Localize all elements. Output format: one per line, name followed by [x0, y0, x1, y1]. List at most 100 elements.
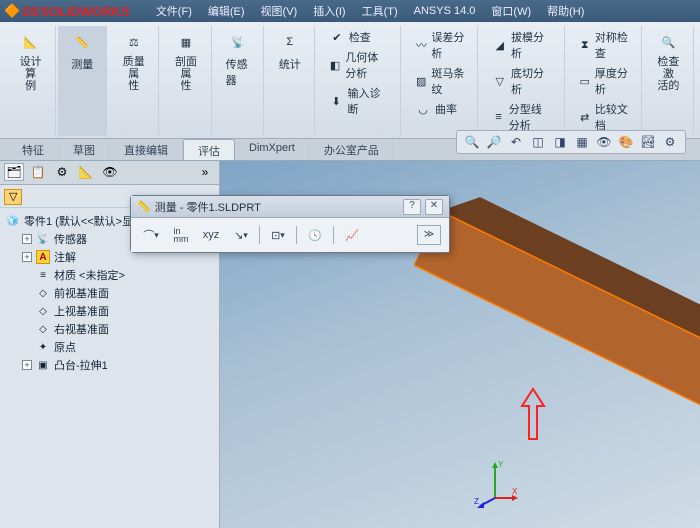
geometry-analysis-button[interactable]: ◧几何体分析	[325, 48, 392, 82]
part-icon: 🧊	[6, 214, 20, 228]
section-props-icon: ▦	[174, 30, 198, 54]
measure-button[interactable]: 📏 测量	[66, 28, 98, 74]
material-icon: ≡	[36, 268, 50, 282]
menu-help[interactable]: 帮助(H)	[539, 0, 592, 22]
mass-props-button[interactable]: ⚖ 质量属 性	[117, 28, 150, 94]
property-tab-icon[interactable]: 📋	[28, 163, 48, 181]
design-study-label: 设计算 例	[18, 56, 43, 92]
create-sensor-button[interactable]: 📈	[340, 224, 364, 246]
app-name: SOLIDWORKS	[40, 4, 130, 19]
design-study-button[interactable]: 📐 设计算 例	[14, 28, 47, 94]
menubar: 🔶 DS SOLIDWORKS 文件(F) 编辑(E) 视图(V) 插入(I) …	[0, 0, 700, 22]
tree-front-plane[interactable]: ◇ 前视基准面	[20, 284, 215, 302]
measure-dialog-title: 测量 - 零件1.SLDPRT	[155, 199, 261, 215]
xyz-button[interactable]: xyz	[199, 224, 223, 246]
display-style-icon[interactable]: ▦	[573, 133, 591, 151]
display-tab-icon[interactable]: 👁	[100, 163, 120, 181]
thickness-button[interactable]: ▭厚度分析	[575, 64, 633, 98]
expand-icon[interactable]: +	[22, 360, 32, 370]
check-active-button[interactable]: 🔍 检查激 活的	[652, 28, 685, 94]
tree-right-plane[interactable]: ◇ 右视基准面	[20, 320, 215, 338]
measure-dialog[interactable]: 📏 测量 - 零件1.SLDPRT ? ✕ ⌒▾ in mm xyz ↘▾ ⊡▾…	[130, 195, 450, 253]
zoom-area-icon[interactable]: 🔎	[485, 133, 503, 151]
tab-feature[interactable]: 特征	[8, 139, 59, 160]
units-button[interactable]: in mm	[169, 224, 193, 246]
svg-text:Z: Z	[474, 497, 479, 506]
filter-icon[interactable]: ▽	[4, 189, 22, 205]
prev-view-icon[interactable]: ↶	[507, 133, 525, 151]
view-orientation-icon[interactable]: ◨	[551, 133, 569, 151]
thickness-icon: ▭	[579, 73, 591, 89]
point-mode-button[interactable]: ⊡▾	[266, 224, 290, 246]
side-tabs: 🗂 📋 ⚙ 📐 👁 »	[0, 161, 219, 185]
projection-button[interactable]: ↘▾	[229, 224, 253, 246]
apply-scene-icon[interactable]: 🏞	[639, 133, 657, 151]
tab-sketch[interactable]: 草图	[59, 139, 110, 160]
expand-icon[interactable]: +	[22, 234, 32, 244]
separator	[296, 226, 297, 244]
app-vendor: DS	[22, 4, 38, 19]
logo-prefix: 🔶	[4, 3, 20, 19]
expand-icon[interactable]: +	[22, 252, 32, 262]
panel-chevron-icon[interactable]: »	[195, 163, 215, 181]
plane-icon: ◇	[36, 304, 50, 318]
measure-dialog-titlebar[interactable]: 📏 测量 - 零件1.SLDPRT ? ✕	[131, 196, 449, 218]
menu-view[interactable]: 视图(V)	[253, 0, 306, 22]
check-button[interactable]: ✔检查	[325, 28, 392, 46]
symmetry-button[interactable]: ⧗对称检查	[575, 28, 633, 62]
hide-show-icon[interactable]: 👁	[595, 133, 613, 151]
app-logo: 🔶 DS SOLIDWORKS	[4, 3, 130, 19]
view-toolbar: 🔍 🔎 ↶ ◫ ◨ ▦ 👁 🎨 🏞 ⚙	[456, 130, 686, 154]
dimxpert-tab-icon[interactable]: 📐	[76, 163, 96, 181]
tab-evaluate[interactable]: 评估	[183, 139, 235, 160]
section-props-label: 剖面属 性	[173, 56, 198, 92]
separator	[333, 226, 334, 244]
draft-button[interactable]: ◢拔模分析	[488, 28, 555, 62]
tree-material[interactable]: ≡ 材质 <未指定>	[20, 266, 215, 284]
tab-direct-edit[interactable]: 直接编辑	[110, 139, 183, 160]
compare-button[interactable]: ⇄比较文档	[575, 100, 633, 134]
import-diagnostics-button[interactable]: ⬇输入诊断	[325, 84, 392, 118]
tab-dimxpert[interactable]: DimXpert	[235, 139, 310, 160]
tab-office[interactable]: 办公室产品	[310, 139, 394, 160]
edit-appearance-icon[interactable]: 🎨	[617, 133, 635, 151]
collapse-button[interactable]: ≫	[417, 225, 441, 245]
section-props-button[interactable]: ▦ 剖面属 性	[169, 28, 202, 94]
undercut-button[interactable]: ▽底切分析	[488, 64, 555, 98]
tree-origin[interactable]: ✦ 原点	[20, 338, 215, 356]
menu-window[interactable]: 窗口(W)	[483, 0, 539, 22]
config-tab-icon[interactable]: ⚙	[52, 163, 72, 181]
menu-ansys[interactable]: ANSYS 14.0	[406, 2, 484, 20]
menu-file[interactable]: 文件(F)	[148, 0, 200, 22]
geometry-icon: ◧	[329, 57, 341, 73]
menu-insert[interactable]: 插入(I)	[305, 0, 353, 22]
curvature-icon: ◡	[415, 101, 431, 117]
tree-boss-extrude[interactable]: + ▣ 凸台-拉伸1	[20, 356, 215, 374]
arc-mode-button[interactable]: ⌒▾	[139, 224, 163, 246]
tree-top-plane[interactable]: ◇ 上视基准面	[20, 302, 215, 320]
curvature-button[interactable]: ◡曲率	[411, 100, 469, 118]
menu-edit[interactable]: 编辑(E)	[200, 0, 253, 22]
statistics-icon: Σ	[278, 30, 302, 54]
menu-tools[interactable]: 工具(T)	[354, 0, 406, 22]
close-button[interactable]: ✕	[425, 199, 443, 215]
design-study-icon: 📐	[19, 30, 43, 54]
deviation-icon: 〰	[415, 37, 427, 53]
mass-props-label: 质量属 性	[121, 56, 146, 92]
feature-tree-tab-icon[interactable]: 🗂	[4, 163, 24, 181]
statistics-button[interactable]: Σ 统计	[274, 28, 306, 74]
sensor-button[interactable]: 📡 传感器	[222, 28, 255, 90]
check-active-label: 检查激 活的	[656, 56, 681, 92]
section-view-icon[interactable]: ◫	[529, 133, 547, 151]
history-button[interactable]: 🕓	[303, 224, 327, 246]
parting-line-button[interactable]: ≡分型线分析	[488, 100, 555, 134]
import-diag-icon: ⬇	[329, 93, 344, 109]
compare-icon: ⇄	[579, 109, 591, 125]
plane-icon: ◇	[36, 286, 50, 300]
zebra-button[interactable]: ▨斑马条纹	[411, 64, 469, 98]
separator	[259, 226, 260, 244]
zoom-fit-icon[interactable]: 🔍	[463, 133, 481, 151]
view-settings-icon[interactable]: ⚙	[661, 133, 679, 151]
deviation-button[interactable]: 〰误差分析	[411, 28, 469, 62]
help-button[interactable]: ?	[403, 199, 421, 215]
